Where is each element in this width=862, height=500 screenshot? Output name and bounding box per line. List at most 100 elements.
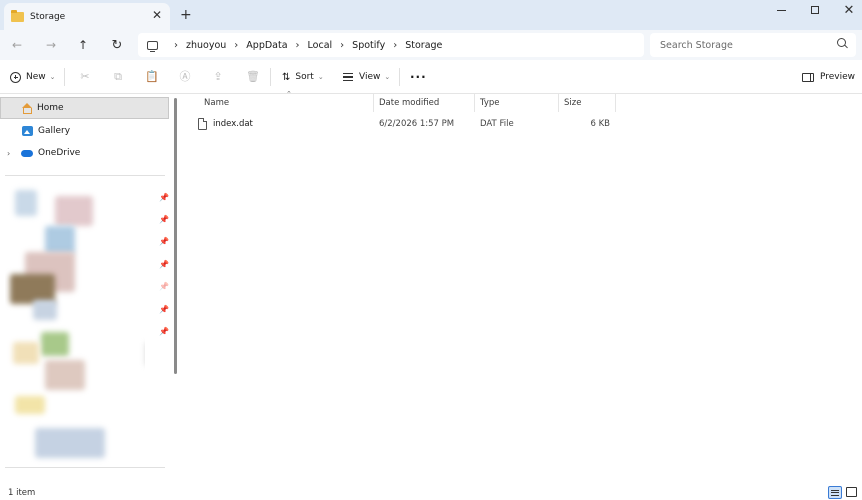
breadcrumb-separator-icon[interactable]: ›: [234, 40, 238, 51]
breadcrumb-item[interactable]: Local: [308, 40, 333, 51]
sidebar-item-onedrive[interactable]: › OneDrive: [0, 142, 169, 164]
forward-button[interactable]: →: [41, 35, 61, 55]
blurred-content: [13, 342, 39, 364]
onedrive-cloud-icon: [21, 149, 33, 157]
this-pc-icon[interactable]: [147, 40, 158, 52]
status-bar: 1 item: [0, 486, 862, 500]
delete-icon[interactable]: 🗑: [246, 70, 260, 83]
maximize-button[interactable]: [798, 0, 832, 20]
pin-icon[interactable]: 📌: [159, 260, 169, 269]
sidebar-item-label: Home: [37, 103, 64, 113]
home-icon: [21, 102, 32, 114]
preview-button[interactable]: Preview: [802, 69, 855, 85]
item-count: 1 item: [8, 488, 36, 498]
breadcrumb-item[interactable]: AppData: [246, 40, 287, 51]
rename-icon[interactable]: Ⓐ: [179, 70, 191, 83]
sidebar-divider: [5, 175, 165, 176]
pin-icon[interactable]: 📌: [159, 237, 169, 246]
new-label: New: [26, 72, 46, 82]
up-button[interactable]: ↑: [73, 35, 93, 55]
sidebar-scrollbar[interactable]: [174, 98, 177, 374]
address-bar: ← → ↑ ↻ › zhuoyou › AppData › Local › Sp…: [0, 30, 862, 60]
chevron-right-icon[interactable]: ›: [7, 149, 17, 158]
minimize-icon: [776, 9, 786, 11]
column-header-date-modified[interactable]: Date modified: [373, 94, 475, 112]
file-name: index.dat: [213, 119, 253, 129]
breadcrumb-separator-icon[interactable]: ›: [174, 40, 178, 51]
pin-icon[interactable]: 📌: [159, 215, 169, 224]
more-icon: ···: [410, 70, 427, 84]
table-row[interactable]: index.dat 6/2/2026 1:57 PM DAT File 6 KB: [190, 114, 616, 134]
blurred-content: [35, 428, 105, 458]
sidebar-divider: [5, 467, 165, 468]
chevron-down-icon: ⌄: [317, 73, 324, 81]
command-bar: New ⌄ ✂ ⧉ 📋 Ⓐ ⇪ 🗑 ⇅ Sort ⌄ View ⌄ ··· Pr…: [0, 60, 862, 94]
file-type: DAT File: [480, 119, 514, 129]
breadcrumb-item[interactable]: Storage: [405, 40, 442, 51]
breadcrumb-separator-icon[interactable]: ›: [340, 40, 344, 51]
file-list: ⌃ Name Date modified Type Size index.dat…: [190, 90, 862, 486]
paste-icon[interactable]: 📋: [145, 70, 159, 83]
blurred-content: [45, 226, 75, 254]
file-size: 6 KB: [590, 119, 610, 129]
blurred-content: [15, 190, 37, 216]
tab-title: Storage: [30, 11, 66, 22]
chevron-down-icon: ⌄: [49, 73, 56, 81]
blurred-content: [45, 360, 85, 390]
pin-icon[interactable]: 📌: [159, 282, 169, 291]
sort-button[interactable]: ⇅ Sort ⌄: [282, 69, 324, 85]
blurred-content: [41, 332, 69, 356]
sidebar-item-home[interactable]: Home: [0, 97, 169, 119]
title-bar: Storage ✕ + ✕: [0, 0, 862, 30]
sidebar-item-gallery[interactable]: Gallery: [0, 120, 169, 142]
new-button[interactable]: New ⌄: [10, 69, 56, 85]
sidebar-item-label: Gallery: [38, 126, 71, 136]
blurred-content: [15, 396, 45, 414]
blurred-content: [33, 300, 57, 320]
pin-icon[interactable]: 📌: [159, 193, 169, 202]
gallery-icon: [22, 126, 33, 136]
column-header-name[interactable]: Name: [198, 94, 374, 112]
tab-storage[interactable]: Storage ✕: [4, 3, 170, 30]
breadcrumb[interactable]: › zhuoyou › AppData › Local › Spotify › …: [138, 33, 644, 57]
tiles-view-button[interactable]: [846, 487, 857, 497]
see-more-button[interactable]: ···: [410, 69, 427, 85]
preview-label: Preview: [820, 72, 856, 82]
sidebar-item-label: OneDrive: [38, 148, 81, 158]
search-icon[interactable]: [837, 38, 846, 47]
copy-icon[interactable]: ⧉: [112, 70, 124, 83]
breadcrumb-separator-icon[interactable]: ›: [296, 40, 300, 51]
back-button[interactable]: ←: [7, 35, 27, 55]
file-icon: [198, 118, 207, 130]
new-tab-button[interactable]: +: [180, 7, 192, 23]
refresh-button[interactable]: ↻: [107, 35, 127, 55]
sort-label: Sort: [295, 72, 314, 82]
details-view-icon: [831, 489, 839, 496]
breadcrumb-item[interactable]: zhuoyou: [186, 40, 226, 51]
file-date-modified: 6/2/2026 1:57 PM: [379, 119, 455, 129]
breadcrumb-separator-icon[interactable]: ›: [393, 40, 397, 51]
toolbar-divider: [399, 68, 400, 86]
close-window-button[interactable]: ✕: [832, 0, 862, 20]
pin-icon[interactable]: 📌: [159, 327, 169, 336]
pin-icon[interactable]: 📌: [159, 305, 169, 314]
column-header-size[interactable]: Size: [558, 94, 616, 112]
toolbar-divider: [64, 68, 65, 86]
chevron-down-icon: ⌄: [384, 73, 391, 81]
column-header-type[interactable]: Type: [474, 94, 559, 112]
toolbar-divider: [270, 68, 271, 86]
blurred-quick-access-area: [5, 182, 145, 472]
sort-icon: ⇅: [282, 71, 291, 83]
view-label: View: [359, 72, 381, 82]
share-icon[interactable]: ⇪: [212, 70, 224, 83]
details-view-button[interactable]: [828, 486, 842, 499]
minimize-button[interactable]: [764, 0, 798, 20]
breadcrumb-item[interactable]: Spotify: [352, 40, 385, 51]
view-button[interactable]: View ⌄: [343, 69, 390, 85]
close-tab-icon[interactable]: ✕: [152, 8, 162, 22]
cut-icon[interactable]: ✂: [79, 70, 91, 83]
maximize-icon: [811, 6, 819, 14]
search-input[interactable]: [650, 33, 856, 57]
file-name-cell: index.dat: [198, 114, 374, 134]
preview-pane-icon: [802, 72, 814, 82]
